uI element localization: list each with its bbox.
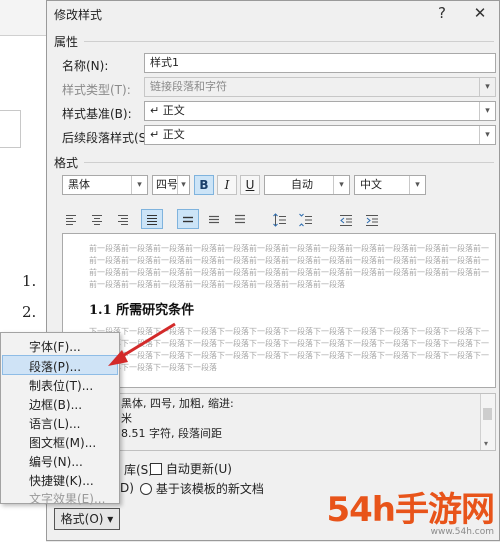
name-label: 名称(N): [62,59,109,73]
formatting-divider [84,162,494,163]
chevron-down-icon: ▾ [333,176,349,194]
single-spacing-icon [183,216,193,223]
increase-indent-button[interactable] [361,209,383,229]
based-on-value: ↵ 正文 [150,104,185,117]
increase-para-spacing-button[interactable] [269,209,291,229]
chevron-down-icon: ▾ [479,126,495,144]
annotation-arrow-icon [108,322,176,366]
align-center-button[interactable] [86,209,108,229]
style-type-label: 样式类型(T): [62,83,131,97]
radio-button[interactable] [140,482,152,495]
single-spacing-button[interactable] [177,209,199,229]
menu-item-frame[interactable]: 图文框(M)... [29,434,96,451]
close-button[interactable]: ✕ [470,4,490,22]
scrollbar-thumb[interactable] [483,408,492,420]
description-line: 8.51 字符, 段落间距 [121,427,222,440]
justify-icon [147,215,157,225]
decrease-indent-button[interactable] [335,209,357,229]
menu-item-border[interactable]: 边框(B)... [29,396,82,413]
chevron-down-icon: ▾ [409,176,425,194]
script-select[interactable]: 中文 ▾ [354,175,426,195]
formatting-header: 格式 [54,156,79,170]
align-left-icon [66,215,76,225]
chevron-down-icon: ▾ [131,176,147,194]
menu-item-text-effects: 文字效果(E)... [29,492,106,506]
following-style-select[interactable]: ↵ 正文 ▾ [144,125,496,145]
add-to-gallery-option[interactable]: 库(S) [124,461,153,478]
menu-item-language[interactable]: 语言(L)... [29,415,81,432]
chevron-down-icon: ▾ [177,176,189,194]
decrease-para-spacing-button[interactable] [295,209,317,229]
preview-before-text: 前一段落前一段落前一段落前一段落前一段落前一段落前一段落前一段落 [89,280,345,289]
para-spacing-up-icon [273,213,286,227]
one-half-spacing-button[interactable] [203,209,225,229]
description-line: 米 [121,412,132,425]
decrease-indent-icon [340,215,352,226]
script-value: 中文 [360,178,382,191]
double-spacing-button[interactable] [229,209,251,229]
help-button[interactable]: ? [432,4,452,22]
style-type-select[interactable]: 链接段落和字符 ▾ [144,77,496,97]
menu-item-tabs[interactable]: 制表位(T)... [29,377,93,394]
only-this-document-option[interactable]: D) [120,481,134,495]
preview-before-text: 前一段落前一段落前一段落前一段落前一段落前一段落前一段落前一段落前一段落前一段落… [89,244,489,253]
preview-before-text: 前一段落前一段落前一段落前一段落前一段落前一段落前一段落前一段落前一段落前一段落… [89,256,489,265]
name-input[interactable]: 样式1 [144,53,496,73]
menu-item-font[interactable]: 字体(F)... [29,338,81,355]
align-left-button[interactable] [60,209,82,229]
font-select[interactable]: 黑体 ▾ [62,175,148,195]
menu-item-numbering[interactable]: 编号(N)... [29,453,83,470]
based-on-label: 样式基准(B): [62,107,132,121]
preview-sample-heading: 1.1 所需研究条件 [89,303,195,318]
new-documents-label: 基于该模板的新文档 [155,482,264,496]
new-documents-option[interactable]: 基于该模板的新文档 [140,480,264,497]
list-number-1: 1. [22,272,37,290]
based-on-select[interactable]: ↵ 正文 ▾ [144,101,496,121]
one-half-spacing-icon [209,215,219,224]
menu-item-shortcut-key[interactable]: 快捷键(K)... [29,472,94,489]
size-value: 四号 [156,178,178,191]
dialog-title: 修改样式 [54,8,103,22]
size-select[interactable]: 四号 ▾ [152,175,190,195]
font-color-select[interactable]: 自动 ▾ [264,175,350,195]
chevron-down-icon: ▾ [479,78,495,96]
para-spacing-down-icon [299,213,312,227]
format-button[interactable]: 格式(O) ▾ [54,508,120,530]
description-line: 黑体, 四号, 加粗, 缩进: [121,397,234,410]
auto-update-label: 自动更新(U) [165,462,232,476]
list-number-2: 2. [22,303,37,321]
chevron-down-icon: ▾ [479,102,495,120]
font-color-value: 自动 [291,178,313,191]
double-spacing-icon [235,214,245,224]
justify-button[interactable] [141,209,163,229]
menu-item-paragraph[interactable]: 段落(P)... [29,358,81,375]
watermark-text: 54h手游网 [326,490,495,530]
checkbox[interactable] [150,462,162,475]
underline-button[interactable]: U [240,175,260,195]
style-type-value: 链接段落和字符 [150,80,227,93]
align-center-icon [92,215,102,225]
increase-indent-icon [366,215,378,226]
preview-before-text: 前一段落前一段落前一段落前一段落前一段落前一段落前一段落前一段落前一段落前一段落… [89,268,489,277]
description-scrollbar[interactable]: ▾ [480,394,495,450]
properties-divider [84,41,494,42]
align-right-button[interactable] [112,209,134,229]
following-style-value: ↵ 正文 [150,128,185,141]
document-ruler [0,110,21,148]
properties-header: 属性 [54,35,79,49]
style-description: 黑体, 四号, 加粗, 缩进: 米 8.51 字符, 段落间距 ▾ [62,393,496,451]
following-style-label: 后续段落样式(S): [62,131,156,145]
auto-update-option[interactable]: 自动更新(U) [150,460,232,477]
watermark-logo: 54h手游网 www.54h.com [326,490,495,537]
scroll-down-icon[interactable]: ▾ [484,439,488,448]
font-value: 黑体 [68,178,90,191]
bold-button[interactable]: B [194,175,214,195]
italic-button[interactable]: I [217,175,237,195]
align-right-icon [118,215,128,225]
